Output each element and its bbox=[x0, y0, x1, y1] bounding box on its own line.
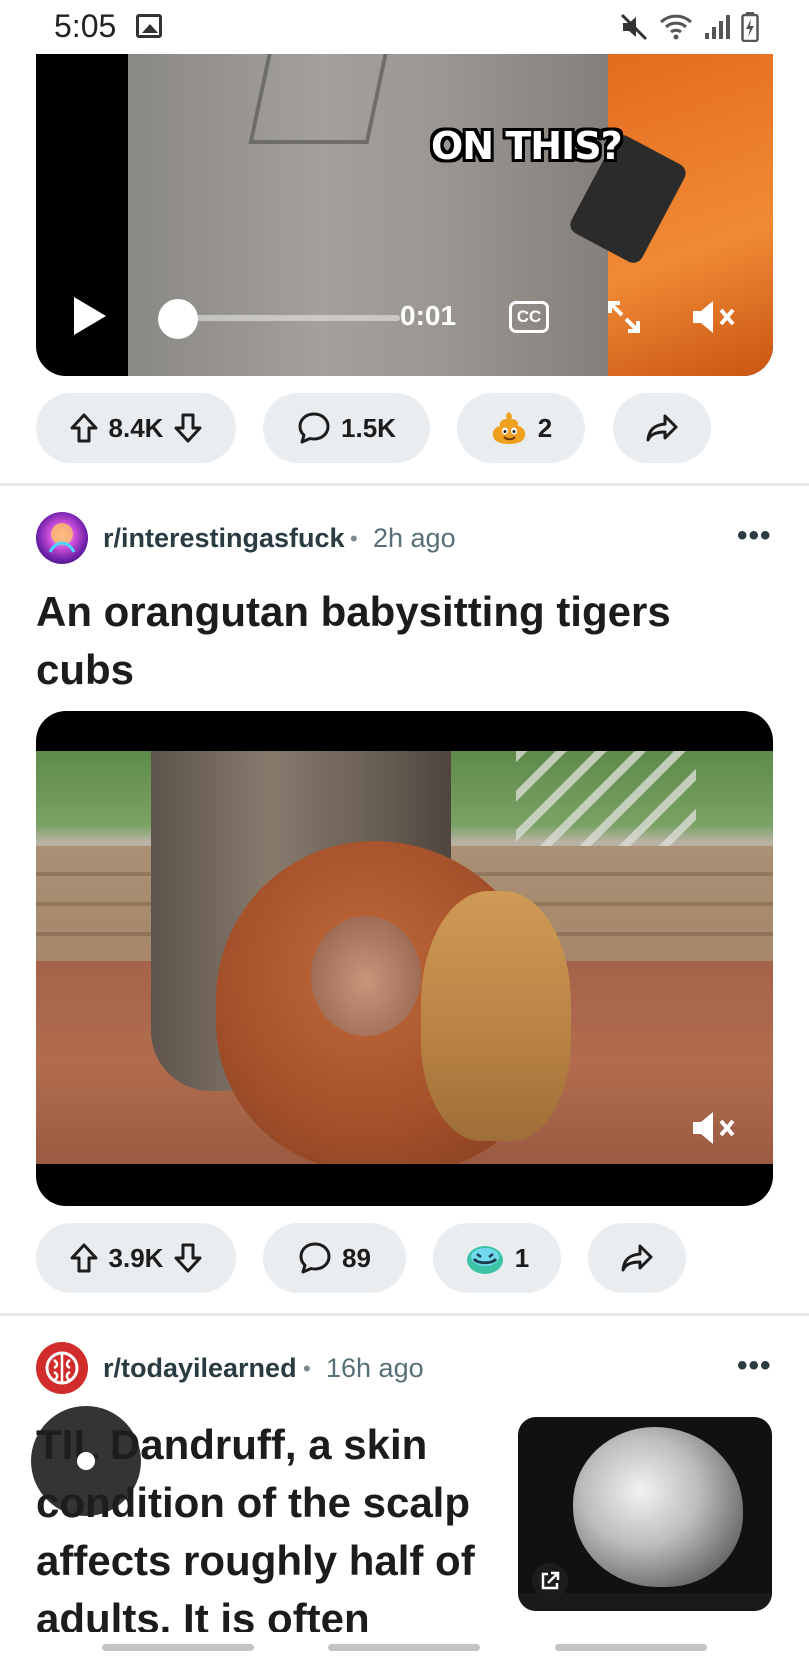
nav-recents-button[interactable] bbox=[102, 1644, 254, 1651]
vote-pill: 8.4K bbox=[36, 393, 236, 463]
nav-back-button[interactable] bbox=[555, 1644, 707, 1651]
share-button[interactable] bbox=[613, 393, 711, 463]
status-icons bbox=[619, 10, 759, 44]
award-button[interactable]: 1 bbox=[433, 1223, 561, 1293]
video-time: 0:01 bbox=[400, 300, 457, 331]
status-bar: 5:05 bbox=[0, 0, 809, 54]
award-count: 2 bbox=[537, 412, 553, 443]
post-title-line: cubs bbox=[36, 646, 135, 693]
comment-count: 89 bbox=[342, 1242, 371, 1273]
share-icon bbox=[646, 414, 678, 442]
signal-icon bbox=[705, 15, 730, 39]
comment-count: 1.5K bbox=[341, 412, 396, 443]
award-icon bbox=[466, 1246, 503, 1274]
downvote-icon[interactable] bbox=[173, 412, 203, 444]
external-link-icon bbox=[532, 1563, 568, 1599]
video-progress-track[interactable] bbox=[196, 315, 400, 321]
post-title[interactable]: An orangutan babysitting tigers cubs bbox=[36, 583, 671, 699]
post2-video-player[interactable] bbox=[36, 711, 773, 1206]
meta-separator: • bbox=[350, 526, 358, 551]
battery-charging-icon bbox=[741, 12, 759, 42]
nav-home-button[interactable] bbox=[328, 1644, 480, 1651]
system-navigation-bar bbox=[0, 1632, 809, 1664]
post-thumbnail[interactable] bbox=[518, 1417, 772, 1611]
comment-icon bbox=[298, 412, 330, 444]
status-time: 5:05 bbox=[54, 8, 117, 44]
post-age: 2h ago bbox=[373, 523, 456, 553]
upvote-icon[interactable] bbox=[69, 1242, 99, 1274]
vote-count: 8.4K bbox=[108, 412, 164, 443]
post1-video-player[interactable]: ON THIS? 0:01 CC bbox=[36, 54, 773, 376]
mute-status-icon bbox=[620, 13, 648, 41]
share-icon bbox=[621, 1244, 653, 1272]
more-options-button[interactable]: ••• bbox=[737, 1349, 772, 1383]
upvote-icon[interactable] bbox=[69, 412, 99, 444]
vote-pill: 3.9K bbox=[36, 1223, 236, 1293]
post-age: 16h ago bbox=[326, 1353, 424, 1383]
comment-icon bbox=[299, 1242, 331, 1274]
comments-button[interactable]: 89 bbox=[263, 1223, 406, 1293]
vote-count: 3.9K bbox=[108, 1242, 164, 1273]
play-icon[interactable] bbox=[74, 297, 106, 335]
post-divider bbox=[0, 1313, 809, 1316]
subreddit-avatar[interactable] bbox=[36, 512, 88, 564]
video-scene-orangutan-face bbox=[311, 916, 421, 1036]
muted-volume-icon[interactable] bbox=[691, 297, 741, 337]
thumbnail-micrograph bbox=[573, 1427, 743, 1587]
captions-button[interactable]: CC bbox=[509, 301, 549, 333]
subreddit-name[interactable]: r/todayilearned bbox=[103, 1353, 297, 1384]
comments-button[interactable]: 1.5K bbox=[263, 393, 430, 463]
subreddit-name[interactable]: r/interestingasfuck bbox=[103, 523, 345, 554]
floating-button-dot bbox=[77, 1452, 95, 1470]
brain-avatar-icon bbox=[48, 523, 76, 553]
share-button[interactable] bbox=[588, 1223, 686, 1293]
downvote-icon[interactable] bbox=[173, 1242, 203, 1274]
video-scene-stairs bbox=[516, 751, 696, 846]
video-scene-cart bbox=[248, 54, 388, 144]
award-count: 1 bbox=[514, 1242, 530, 1273]
video-caption: ON THIS? bbox=[431, 124, 623, 168]
post-title-line: affects roughly half of bbox=[36, 1537, 475, 1584]
award-button[interactable]: 2 bbox=[457, 393, 585, 463]
brain-avatar-icon bbox=[45, 1351, 79, 1385]
gallery-notification-icon bbox=[136, 14, 162, 38]
subreddit-avatar[interactable] bbox=[36, 1342, 88, 1394]
video-scene-tiger-cub bbox=[421, 891, 571, 1141]
video-frame bbox=[36, 751, 773, 1164]
fullscreen-icon[interactable] bbox=[604, 297, 644, 337]
post-divider bbox=[0, 483, 809, 486]
poop-award-icon bbox=[492, 412, 525, 444]
muted-volume-icon[interactable] bbox=[691, 1108, 741, 1148]
floating-assistant-button[interactable] bbox=[31, 1406, 141, 1516]
meta-separator: • bbox=[303, 1356, 311, 1381]
video-scrubber-handle[interactable] bbox=[158, 299, 198, 339]
wifi-icon bbox=[659, 14, 693, 40]
more-options-button[interactable]: ••• bbox=[737, 519, 772, 553]
post-title-line: An orangutan babysitting tigers bbox=[36, 588, 671, 635]
